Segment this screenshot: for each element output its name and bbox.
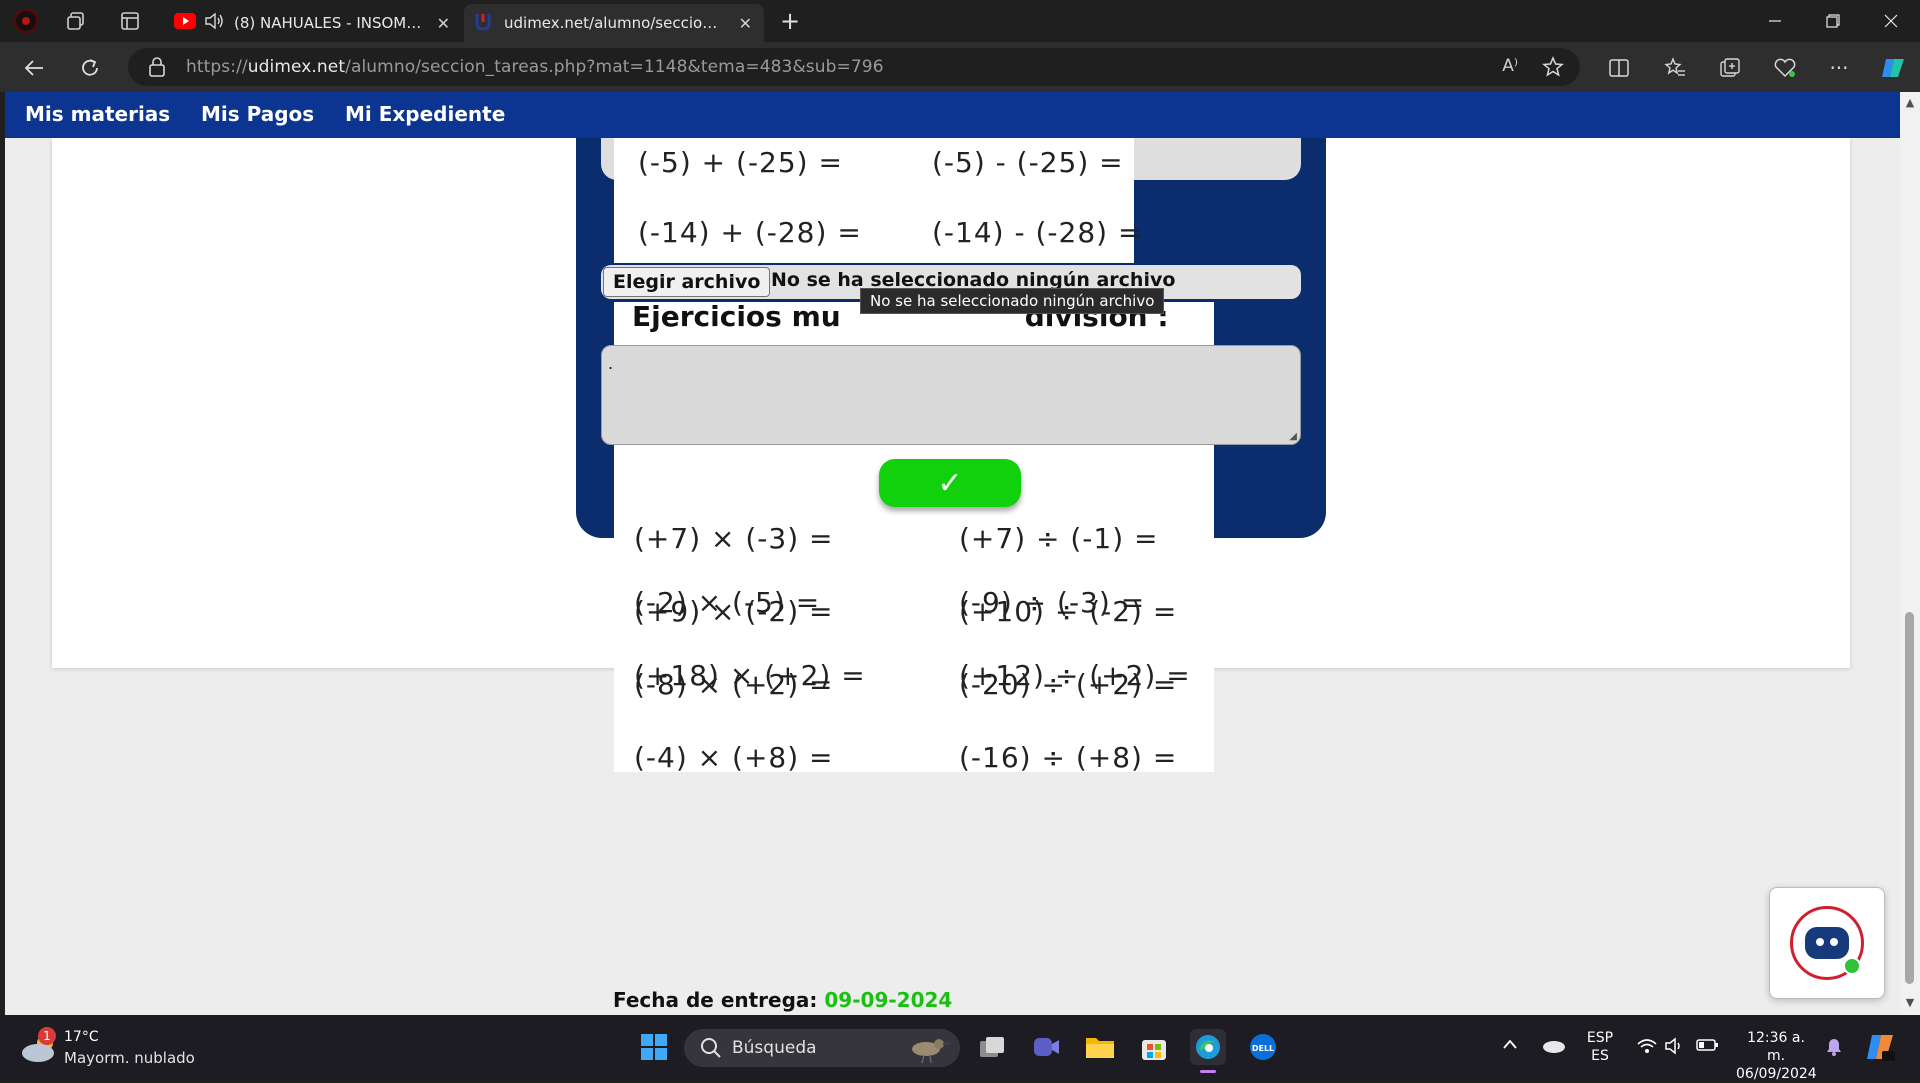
bird-highlight-icon — [904, 1031, 952, 1069]
clock[interactable]: 12:36 a. m. 06/09/2024 — [1736, 1029, 1817, 1083]
search-icon — [700, 1037, 722, 1063]
exercise-item: (-14) - (-28) = — [932, 216, 1143, 249]
clock-date: 06/09/2024 — [1736, 1066, 1817, 1082]
back-arrow-icon[interactable] — [20, 54, 48, 82]
tab-youtube[interactable]: (8) NAHUALES - INSOMNIO ✕ — [166, 4, 462, 42]
svg-text:DELL: DELL — [1252, 1044, 1274, 1053]
lang-top: ESP — [1586, 1030, 1614, 1046]
exercise-item: (-5) - (-25) = — [932, 146, 1124, 179]
copilot-icon[interactable] — [1878, 53, 1908, 83]
profile-avatar-icon[interactable] — [14, 9, 38, 33]
split-screen-icon[interactable] — [1604, 53, 1634, 83]
answer-text: . — [608, 354, 614, 373]
choose-file-button[interactable]: Elegir archivo — [603, 267, 771, 297]
tab-title: (8) NAHUALES - INSOMNIO — [234, 14, 422, 32]
refresh-icon[interactable] — [76, 54, 104, 82]
scroll-thumb[interactable] — [1905, 612, 1914, 984]
address-toolbar: https://udimex.net/alumno/seccion_tareas… — [0, 42, 1920, 92]
exercise-item: (-4) × (+8) = — [634, 741, 834, 774]
close-window-icon[interactable] — [1862, 0, 1920, 42]
tab-close-icon[interactable]: ✕ — [437, 14, 450, 33]
tab-udimex[interactable]: udimex.net/alumno/seccion_tareas.php?mat… — [464, 4, 764, 42]
exercise-item: (-5) + (-25) = — [638, 146, 843, 179]
active-app-indicator — [1200, 1070, 1216, 1073]
wifi-icon[interactable] — [1636, 1037, 1658, 1060]
resize-grip-icon[interactable]: ◢ — [1289, 431, 1297, 442]
weather-desc: Mayorm. nublado — [64, 1049, 195, 1067]
nav-mi-expediente[interactable]: Mi Expediente — [345, 102, 505, 126]
volume-icon[interactable] — [1664, 1037, 1686, 1060]
dell-icon[interactable]: DELL — [1245, 1029, 1281, 1065]
more-options-icon[interactable]: ··· — [1824, 53, 1854, 83]
restore-icon[interactable] — [1804, 0, 1862, 42]
exercise-item: (-16) ÷ (+8) = — [959, 741, 1178, 774]
file-tooltip: No se ha seleccionado ningún archivo — [860, 288, 1165, 314]
workspaces-icon[interactable] — [64, 9, 88, 33]
task-view-icon[interactable] — [974, 1029, 1010, 1065]
vertical-tabs-icon[interactable] — [118, 9, 142, 33]
due-date: Fecha de entrega: 09-09-2024 — [613, 988, 952, 1012]
taskbar-search[interactable]: Búsqueda — [684, 1029, 960, 1067]
online-status-dot — [1843, 957, 1861, 975]
lang-bottom: ES — [1591, 1048, 1609, 1064]
due-label: Fecha de entrega: — [613, 988, 818, 1012]
teams-meet-icon[interactable] — [1028, 1029, 1064, 1065]
youtube-icon — [174, 13, 196, 33]
site-navbar: Mis materias Mis Pagos Mi Expediente — [5, 92, 1900, 138]
weather-temp: 17°C — [64, 1029, 99, 1045]
edge-browser-icon[interactable] — [1190, 1029, 1226, 1065]
tab-title: udimex.net/alumno/seccion_tareas.php?mat… — [504, 14, 722, 32]
chatbot-icon — [1790, 906, 1864, 980]
checkmark-icon: ✓ — [937, 465, 963, 501]
scroll-up-icon[interactable]: ▲ — [1904, 96, 1916, 109]
chatbot-launcher[interactable] — [1769, 887, 1885, 999]
speaker-icon[interactable] — [204, 12, 224, 34]
microsoft-store-icon[interactable] — [1136, 1029, 1172, 1065]
address-bar[interactable]: https://udimex.net/alumno/seccion_tareas… — [128, 48, 1580, 86]
exercise-item: (-8) × (+2) = — [634, 668, 834, 701]
nav-mis-pagos[interactable]: Mis Pagos — [201, 102, 314, 126]
exercise-item: (+7) ÷ (-1) = — [959, 522, 1159, 555]
clock-time: 12:36 a. m. — [1747, 1030, 1805, 1064]
battery-icon[interactable] — [1696, 1037, 1720, 1058]
notification-bell-icon[interactable] — [1825, 1037, 1843, 1062]
nav-mis-materias[interactable]: Mis materias — [25, 102, 170, 126]
page-scrollbar[interactable]: ▲ ▼ — [1900, 92, 1920, 1015]
browser-essentials-icon[interactable] — [1770, 53, 1800, 83]
scroll-down-icon[interactable]: ▼ — [1904, 996, 1916, 1009]
url-text[interactable]: https://udimex.net/alumno/seccion_tareas… — [186, 57, 884, 77]
udimex-favicon-icon — [474, 12, 492, 34]
collections-icon[interactable] — [1715, 53, 1745, 83]
weather-badge: 1 — [38, 1027, 56, 1045]
onedrive-cloud-icon[interactable] — [1540, 1037, 1566, 1058]
taskbar: 1 17°C Mayorm. nublado Búsqueda DELL ESP… — [0, 1015, 1920, 1083]
answer-textarea[interactable]: . ◢ — [601, 345, 1301, 445]
exercise-item: (+7) × (-3) = — [634, 522, 834, 555]
lock-icon[interactable] — [148, 57, 166, 81]
exercise-item: (-14) + (-28) = — [638, 216, 862, 249]
exercise-item: (+9) × (-2) = — [634, 595, 834, 628]
read-aloud-icon[interactable]: A⁾ — [1502, 56, 1518, 76]
favorites-icon[interactable] — [1660, 53, 1690, 83]
search-placeholder: Búsqueda — [732, 1038, 817, 1058]
favorite-star-icon[interactable] — [1542, 56, 1564, 82]
tab-close-icon[interactable]: ✕ — [739, 14, 752, 33]
show-hidden-icons-icon[interactable] — [1502, 1037, 1518, 1055]
minimize-icon[interactable] — [1746, 0, 1804, 42]
tab-bar: (8) NAHUALES - INSOMNIO ✕ udimex.net/alu… — [0, 0, 1920, 42]
page-viewport: (-5) + (-25) = (-5) - (-25) = (-14) + (-… — [5, 92, 1900, 1015]
new-tab-button[interactable]: + — [778, 7, 802, 35]
due-date-value: 09-09-2024 — [824, 988, 953, 1012]
weather-widget[interactable]: 1 17°C Mayorm. nublado — [20, 1027, 195, 1069]
exercise-item: (-20) ÷ (+2) = — [959, 668, 1178, 701]
file-explorer-icon[interactable] — [1082, 1029, 1118, 1065]
worksheet-image-top: (-5) + (-25) = (-5) - (-25) = (-14) + (-… — [614, 138, 1141, 263]
copilot-taskbar-icon[interactable] — [1864, 1031, 1896, 1068]
language-indicator[interactable]: ESP ES — [1584, 1029, 1616, 1065]
exercise-item: (+10) ÷ (-2) = — [959, 595, 1178, 628]
start-windows-icon[interactable] — [636, 1029, 672, 1065]
submit-button[interactable]: ✓ — [879, 459, 1021, 507]
